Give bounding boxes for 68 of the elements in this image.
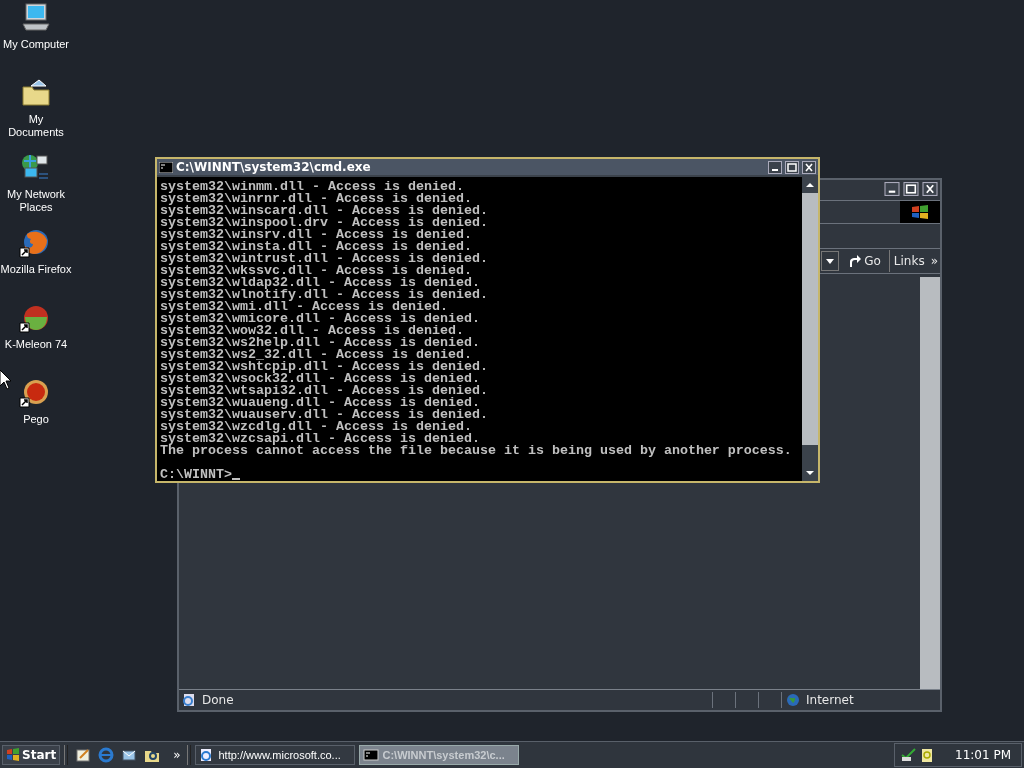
maximize-icon[interactable] bbox=[785, 160, 799, 174]
console-line: system32\wsock32.dll - Access is denied. bbox=[160, 373, 480, 385]
caret-icon bbox=[826, 258, 835, 264]
desktop-icon-label[interactable]: My Network Places bbox=[0, 188, 72, 214]
console-line: system32\wzcsapi.dll - Access is denied. bbox=[160, 433, 480, 445]
scrollbar[interactable] bbox=[802, 177, 818, 481]
close-icon[interactable] bbox=[922, 182, 938, 196]
page-icon bbox=[182, 693, 196, 707]
console-line: The process cannot access the file because it is being used by another process. bbox=[160, 445, 793, 457]
console-line: system32\ws2_32.dll - Access is denied. bbox=[160, 349, 472, 361]
console-icon bbox=[363, 747, 380, 763]
minimize-icon[interactable] bbox=[884, 182, 900, 196]
console-line: system32\winspool.drv - Access is denied. bbox=[160, 217, 489, 229]
console-line: system32\wintrust.dll - Access is denied. bbox=[160, 253, 489, 265]
taskbar-button[interactable]: http://www.microsoft.co... bbox=[195, 745, 356, 765]
console-line: system32\wkssvc.dll - Access is denied. bbox=[160, 265, 472, 277]
go-button[interactable]: Go bbox=[845, 250, 890, 272]
quick-launch-chevron[interactable]: » bbox=[173, 748, 181, 762]
arrow-icon bbox=[847, 254, 862, 268]
desktop-icon-label[interactable]: Mozilla Firefox bbox=[0, 263, 72, 276]
console-line: system32\wshtcpip.dll - Access is denied. bbox=[160, 361, 489, 373]
windows-logo bbox=[6, 748, 20, 762]
pointer-icon bbox=[0, 370, 12, 390]
console-line: system32\wlnotify.dll - Access is denied. bbox=[160, 289, 489, 301]
console-line: system32\ws2help.dll - Access is denied. bbox=[160, 337, 481, 349]
mail-icon[interactable] bbox=[121, 747, 138, 763]
computer-icon[interactable] bbox=[19, 2, 53, 34]
minimize-icon[interactable] bbox=[768, 160, 782, 174]
links-button[interactable]: Links » bbox=[889, 254, 940, 268]
console-icon bbox=[159, 161, 173, 173]
console-line: system32\winrnr.dll - Access is denied. bbox=[160, 193, 472, 205]
browser-icon[interactable] bbox=[98, 747, 115, 763]
security-zone: Internet bbox=[806, 693, 854, 707]
windows-logo bbox=[911, 204, 929, 220]
desktop-icon-label[interactable]: K-Meleon 74 bbox=[4, 338, 68, 351]
console-line: system32\wldap32.dll - Access is denied. bbox=[160, 277, 480, 289]
scroll-thumb[interactable] bbox=[802, 445, 818, 465]
desktop-icon-label[interactable]: My Computer bbox=[3, 38, 69, 51]
console-line: system32\wmicore.dll - Access is denied. bbox=[160, 313, 481, 325]
console-line: system32\winsrv.dll - Access is denied. bbox=[160, 229, 473, 241]
status-text: Done bbox=[202, 693, 234, 707]
start-button[interactable]: Start bbox=[2, 745, 61, 765]
address-dropdown[interactable] bbox=[821, 251, 840, 271]
folder-icon[interactable] bbox=[19, 77, 53, 109]
console-line: system32\wuauserv.dll - Access is denied. bbox=[160, 409, 489, 421]
document-icon[interactable] bbox=[921, 747, 933, 763]
console-line: system32\winmm.dll - Access is denied. bbox=[160, 181, 464, 193]
window-title: C:\WINNT\system32\cmd.exe bbox=[176, 160, 372, 174]
desktop-icon-label[interactable]: Pego bbox=[23, 413, 49, 426]
close-icon[interactable] bbox=[802, 160, 816, 174]
scrollbar[interactable] bbox=[920, 277, 940, 689]
scroll-down-icon[interactable] bbox=[802, 465, 818, 481]
console-line: system32\wuaueng.dll - Access is denied. bbox=[160, 397, 480, 409]
command-prompt: C:\WINNT> bbox=[160, 469, 232, 481]
network-icon[interactable] bbox=[901, 748, 917, 762]
console-line: system32\winscard.dll - Access is denied. bbox=[160, 205, 489, 217]
globe-icon bbox=[786, 693, 800, 707]
notepad-icon[interactable] bbox=[75, 747, 92, 763]
scroll-up-icon[interactable] bbox=[802, 177, 818, 193]
maximize-icon[interactable] bbox=[903, 182, 919, 196]
console-line: system32\wmi.dll - Access is denied. bbox=[160, 301, 448, 313]
text-cursor bbox=[232, 478, 240, 480]
clock: 11:01 PM bbox=[955, 748, 1011, 762]
console-line: system32\wtsapi32.dll - Access is denied. bbox=[160, 385, 489, 397]
console-line: system32\wow32.dll - Access is denied. bbox=[160, 325, 464, 337]
desktop-icon-label[interactable]: My Documents bbox=[0, 113, 72, 139]
console-line: system32\wzcdlg.dll - Access is denied. bbox=[160, 421, 472, 433]
console-line: system32\winsta.dll - Access is denied. bbox=[160, 241, 472, 253]
